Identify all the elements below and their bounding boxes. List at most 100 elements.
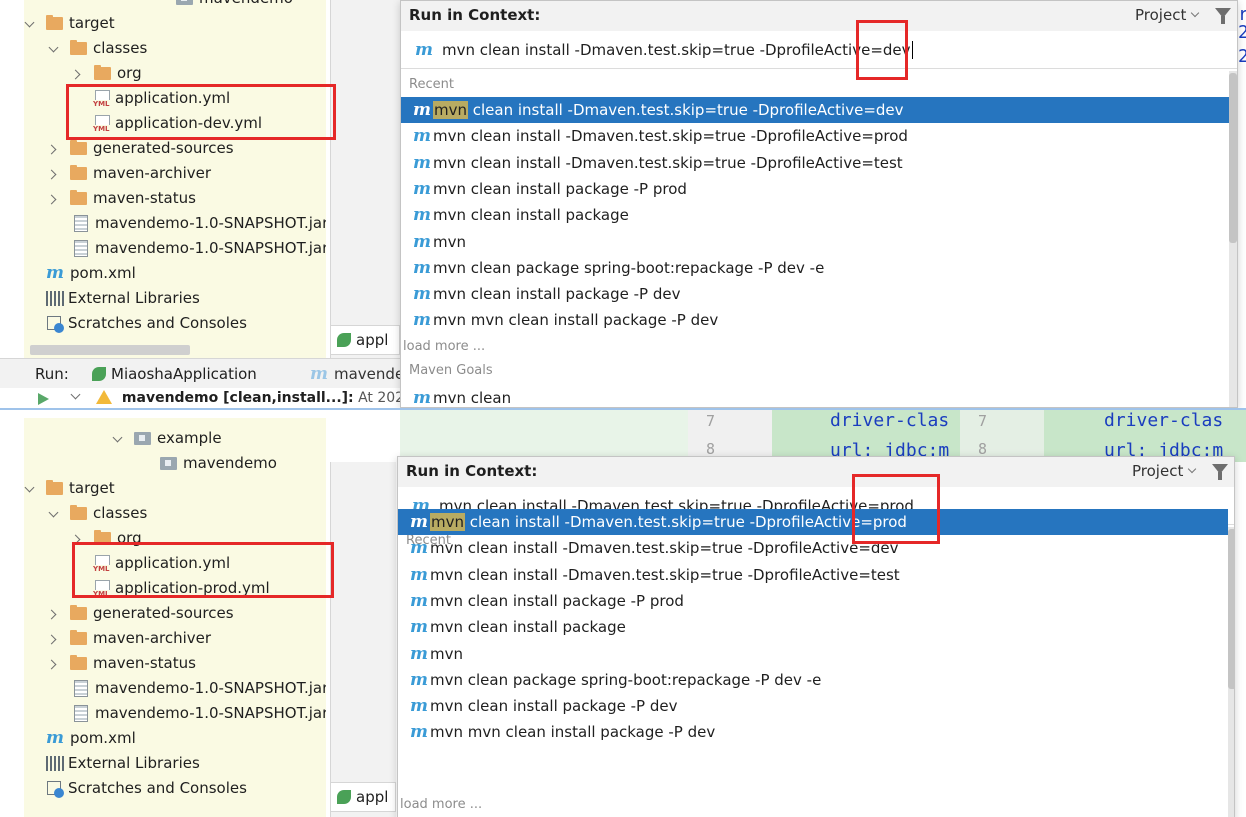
popup-vertical-scrollbar[interactable] <box>1228 527 1234 817</box>
popup-vertical-scrollbar[interactable] <box>1229 71 1237 407</box>
tree-item[interactable]: classes <box>48 36 147 61</box>
scope-dropdown[interactable]: Project <box>1132 462 1197 480</box>
list-item-label: mvn clean package spring-boot:repackage … <box>433 258 825 277</box>
chevron-down-icon[interactable] <box>112 433 124 445</box>
tree-item-label: External Libraries <box>68 754 200 772</box>
chevron-down-icon[interactable] <box>70 390 82 402</box>
tree-item-label: mavendemo <box>199 0 293 11</box>
list-item[interactable]: m mvn clean install package -P prod <box>401 176 1229 202</box>
tree-item[interactable]: m pom.xml <box>24 726 136 751</box>
tree-item[interactable]: mavendemo <box>154 0 293 11</box>
load-more-link[interactable]: load more ... <box>403 339 485 354</box>
list-item[interactable]: m mvn <box>401 229 1229 255</box>
list-item[interactable]: m mvn clean package spring-boot:repackage… <box>398 667 1228 693</box>
play-icon[interactable] <box>38 393 49 405</box>
tree-item[interactable]: maven-archiver <box>48 626 211 651</box>
list-item[interactable]: m mvn mvn clean install package -P dev <box>398 719 1228 745</box>
list-item[interactable]: m mvn clean <box>401 385 1229 407</box>
tree-item[interactable]: target <box>24 476 115 501</box>
list-item[interactable]: m mvn clean package spring-boot:repackage… <box>401 255 1229 281</box>
list-item[interactable]: m mvn clean install -Dmaven.test.skip=tru… <box>401 150 1229 176</box>
scrollbar-thumb[interactable] <box>1228 529 1234 689</box>
chevron-right-icon[interactable] <box>48 168 60 180</box>
run-tab-label: mavende <box>334 365 405 383</box>
tree-item[interactable]: generated-sources <box>48 601 234 626</box>
tree-horizontal-scrollbar[interactable] <box>30 345 190 355</box>
chevron-right-icon[interactable] <box>48 633 60 645</box>
tree-item[interactable]: m pom.xml <box>24 261 136 286</box>
list-item[interactable]: m mvn clean install package -P dev <box>401 281 1229 307</box>
chevron-down-icon[interactable] <box>48 508 60 520</box>
chevron-down-icon[interactable] <box>24 483 36 495</box>
jar-file-icon <box>74 680 88 697</box>
tree-item[interactable]: Scratches and Consoles <box>24 311 247 336</box>
scope-dropdown[interactable]: Project <box>1135 6 1200 24</box>
run-tab-maven[interactable]: m mavende <box>310 359 404 389</box>
list-item[interactable]: m mvn clean install -Dmaven.test.skip=tru… <box>401 97 1229 123</box>
run-tab-miaosha[interactable]: MiaoshaApplication <box>92 359 257 389</box>
maven-m-icon: m <box>410 617 428 638</box>
spring-leaf-icon <box>337 790 351 804</box>
tree-item[interactable]: example <box>112 426 222 451</box>
tree-item[interactable]: mavendemo-1.0-SNAPSHOT.jar <box>52 676 326 701</box>
list-item[interactable]: m mvn clean install package -P dev <box>398 693 1228 719</box>
run-tool-bar: Run: MiaoshaApplication m mavende <box>0 358 404 389</box>
maven-m-icon: m <box>410 722 428 743</box>
tree-item[interactable]: mavendemo-1.0-SNAPSHOT.jar. <box>52 236 326 261</box>
list-item-label: mvn clean install -Dmaven.test.skip=true… <box>430 539 899 558</box>
editor-tab[interactable]: appl <box>330 325 400 355</box>
tree-item[interactable]: External Libraries <box>24 286 200 311</box>
list-item[interactable]: m mvn clean install -Dmaven.test.skip=tru… <box>398 509 1228 535</box>
maven-m-icon: m <box>410 538 428 559</box>
chevron-right-icon[interactable] <box>48 608 60 620</box>
list-item[interactable]: m mvn mvn clean install package -P dev <box>401 307 1229 333</box>
chevron-down-icon[interactable] <box>24 18 36 30</box>
list-item[interactable]: m mvn clean install -Dmaven.test.skip=tru… <box>401 123 1229 149</box>
tree-item-label: generated-sources <box>93 604 234 622</box>
list-item-label: mvn clean install package -P prod <box>433 179 687 198</box>
tree-item[interactable]: mavendemo-1.0-SNAPSHOT.jar <box>52 211 326 236</box>
tree-item-label: maven-status <box>93 654 196 672</box>
list-item[interactable]: m mvn clean install package <box>398 614 1228 640</box>
editor-tab[interactable]: appl <box>330 782 396 812</box>
chevron-down-icon[interactable] <box>48 43 60 55</box>
list-item-label: mvn clean install package -P dev <box>433 285 681 304</box>
scratch-icon <box>46 780 64 798</box>
chevron-right-icon[interactable] <box>72 68 84 80</box>
tree-item[interactable]: mavendemo-1.0-SNAPSHOT.jar. <box>52 701 326 726</box>
list-item[interactable]: m mvn clean install package -P prod <box>398 588 1228 614</box>
maven-m-icon: m <box>413 231 431 252</box>
tree-item[interactable]: maven-status <box>48 651 196 676</box>
tree-item[interactable]: classes <box>48 501 147 526</box>
tree-item[interactable]: mavendemo <box>138 451 277 476</box>
filter-icon[interactable] <box>1215 8 1231 24</box>
scrollbar-thumb[interactable] <box>1229 73 1237 243</box>
match-highlight: mvn <box>430 513 465 531</box>
tree-item[interactable]: org <box>72 61 142 86</box>
tree-item[interactable]: External Libraries <box>24 751 200 776</box>
command-input[interactable]: m mvn clean install -Dmaven.test.skip=tr… <box>401 31 1237 69</box>
tree-item[interactable]: maven-status <box>48 186 196 211</box>
tree-item[interactable]: target <box>24 11 115 36</box>
list-item[interactable]: m mvn clean install -Dmaven.test.skip=tru… <box>398 535 1228 561</box>
list-item-label: mvn clean install package <box>430 618 626 637</box>
tree-item[interactable]: maven-archiver <box>48 161 211 186</box>
list-item-label: mvn clean install package <box>433 206 629 225</box>
popup-header: Run in Context: Project <box>401 1 1237 31</box>
chevron-right-icon[interactable] <box>48 143 60 155</box>
tree-item[interactable]: Scratches and Consoles <box>24 776 247 801</box>
code-line: driver-clas <box>830 410 950 431</box>
list-item-label: mvn <box>430 644 463 663</box>
tree-item-label: pom.xml <box>70 729 136 747</box>
run-status-time: At 2021/ <box>358 390 400 406</box>
list-item[interactable]: m mvn <box>398 641 1228 667</box>
list-item[interactable]: m mvn clean install package <box>401 202 1229 228</box>
chevron-right-icon[interactable] <box>48 658 60 670</box>
load-more-link[interactable]: load more ... <box>400 797 482 812</box>
list-item-label: mvn <box>433 232 466 251</box>
command-input-value: mvn clean install -Dmaven.test.skip=true… <box>442 40 911 59</box>
list-item[interactable]: m mvn clean install -Dmaven.test.skip=tru… <box>398 562 1228 588</box>
chevron-right-icon[interactable] <box>48 193 60 205</box>
filter-icon[interactable] <box>1212 464 1228 480</box>
tree-item-label: mavendemo-1.0-SNAPSHOT.jar <box>95 214 326 232</box>
